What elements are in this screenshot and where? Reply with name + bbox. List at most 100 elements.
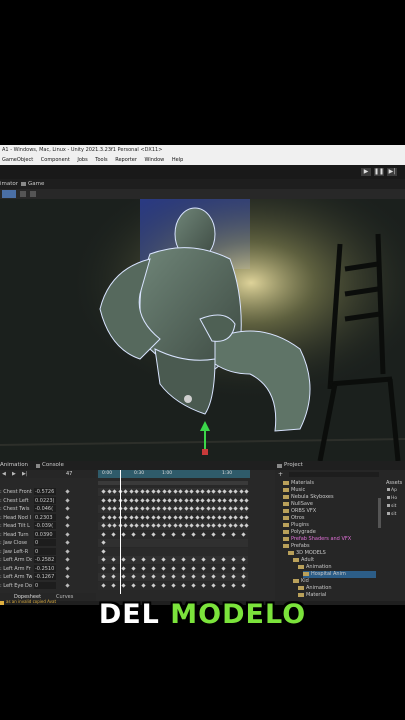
keyframe-marker[interactable] <box>221 531 226 537</box>
keyframe-marker[interactable] <box>189 489 194 494</box>
keyframe-marker[interactable] <box>112 514 117 520</box>
asset-item[interactable]: Ho <box>387 496 397 501</box>
keyframe-marker[interactable] <box>150 497 156 503</box>
keyframe-marker[interactable] <box>156 514 161 520</box>
keyframe-marker[interactable] <box>241 557 246 562</box>
play-button[interactable]: ▶ <box>361 168 371 176</box>
keyframe-marker[interactable] <box>191 574 196 579</box>
tab-animation[interactable]: Animation <box>0 461 28 470</box>
next-key-icon[interactable]: ▶| <box>22 471 28 477</box>
keyframe-marker[interactable] <box>141 582 146 588</box>
keyframe-marker[interactable] <box>191 531 196 537</box>
project-tree-item[interactable]: Polygrade <box>283 529 316 536</box>
project-tree-item[interactable]: Prefabs <box>283 543 310 550</box>
keyframe-marker[interactable] <box>131 582 136 588</box>
keyframe-marker[interactable] <box>139 489 145 494</box>
keyframe-marker[interactable] <box>216 489 222 494</box>
keyframe-marker[interactable] <box>171 531 176 537</box>
keyframe-marker[interactable] <box>156 506 161 511</box>
keyframe-marker[interactable] <box>101 548 106 554</box>
keyframe-marker[interactable] <box>101 565 106 571</box>
keyframe-marker[interactable] <box>106 489 112 494</box>
keyframe-marker[interactable] <box>121 531 126 537</box>
keyframe-marker[interactable] <box>183 506 189 511</box>
keyframe-marker[interactable] <box>128 506 134 511</box>
menu-item-reporter[interactable]: Reporter <box>115 157 137 163</box>
playhead[interactable] <box>120 470 121 594</box>
keyframe-marker[interactable] <box>189 506 194 511</box>
keyframe-marker[interactable] <box>128 497 134 503</box>
keyframe-marker[interactable] <box>161 523 167 528</box>
keyframe-marker[interactable] <box>128 523 134 528</box>
frame-field[interactable]: 47 <box>66 470 72 478</box>
keyframe-marker[interactable] <box>167 523 172 528</box>
menu-item-component[interactable]: Component <box>41 157 70 163</box>
keyframe-marker[interactable] <box>156 489 161 494</box>
keyframe-marker[interactable] <box>222 514 227 520</box>
keyframe-marker[interactable] <box>200 506 205 511</box>
keyframe-marker[interactable] <box>211 557 216 562</box>
keyframe-marker[interactable] <box>131 531 136 537</box>
keyframe-marker[interactable] <box>233 497 238 503</box>
overlay-toggle-icon[interactable] <box>30 191 36 197</box>
keyframe-marker[interactable] <box>178 506 183 511</box>
keyframe-marker[interactable] <box>123 514 128 520</box>
keyframe-marker[interactable] <box>183 497 189 503</box>
keyframe-marker[interactable] <box>244 489 249 494</box>
keyframe-marker[interactable] <box>238 489 244 494</box>
keyframe-marker[interactable] <box>244 514 249 520</box>
keyframe-marker[interactable] <box>112 506 117 511</box>
tab-animator[interactable]: imator <box>0 179 18 189</box>
keyframe-marker[interactable] <box>106 497 112 503</box>
keyframe-marker[interactable] <box>205 489 211 494</box>
keyframe-marker[interactable] <box>161 497 167 503</box>
keyframe-marker[interactable] <box>128 514 134 520</box>
keyframe-marker[interactable] <box>181 531 186 537</box>
keyframe-marker[interactable] <box>123 497 128 503</box>
keyframe-marker[interactable] <box>172 497 178 503</box>
keyframe-marker[interactable] <box>106 514 112 520</box>
project-tree-item[interactable]: Prefab Shaders and VFX <box>283 536 351 543</box>
keyframe-marker[interactable] <box>141 574 146 579</box>
project-search-input[interactable] <box>289 472 379 477</box>
keyframe-marker[interactable] <box>211 497 216 503</box>
keyframe-marker[interactable] <box>128 489 134 494</box>
tab-console[interactable]: Console <box>42 461 64 470</box>
keyframe-marker[interactable] <box>111 574 116 579</box>
add-asset-button[interactable]: + <box>278 471 283 478</box>
keyframe-marker[interactable] <box>172 506 178 511</box>
keyframe-marker[interactable] <box>151 574 156 579</box>
keyframe-marker[interactable] <box>101 514 106 520</box>
keyframe-marker[interactable] <box>106 523 112 528</box>
keyframe-marker[interactable] <box>189 523 194 528</box>
project-tree-item[interactable]: NullSave <box>283 501 313 508</box>
keyframe-marker[interactable] <box>121 574 126 579</box>
play-anim-icon[interactable]: ▶ <box>12 471 16 477</box>
keyframe-marker[interactable] <box>233 489 238 494</box>
keyframe-marker[interactable] <box>151 582 156 588</box>
menu-item-gameobject[interactable]: GameObject <box>2 157 33 163</box>
keyframe-marker[interactable] <box>211 514 216 520</box>
keyframe-marker[interactable] <box>181 574 186 579</box>
keyframe-marker[interactable] <box>233 514 238 520</box>
keyframe-marker[interactable] <box>194 489 200 494</box>
keyframe-marker[interactable] <box>134 497 139 503</box>
keyframe-marker[interactable] <box>121 557 126 562</box>
keyframe-marker[interactable] <box>200 523 205 528</box>
keyframe-marker[interactable] <box>221 565 226 571</box>
keyframe-marker[interactable] <box>201 574 206 579</box>
menu-item-help[interactable]: Help <box>172 157 183 163</box>
keyframe-marker[interactable] <box>227 506 233 511</box>
keyframe-marker[interactable] <box>221 557 226 562</box>
keyframe-marker[interactable] <box>171 582 176 588</box>
keyframe-marker[interactable] <box>151 557 156 562</box>
keyframe-marker[interactable] <box>221 582 226 588</box>
keyframe-marker[interactable] <box>171 557 176 562</box>
keyframe-marker[interactable] <box>233 506 238 511</box>
keyframe-marker[interactable] <box>201 565 206 571</box>
keyframe-marker[interactable] <box>205 514 211 520</box>
keyframe-marker[interactable] <box>123 523 128 528</box>
keyframe-marker[interactable] <box>145 523 150 528</box>
keyframe-marker[interactable] <box>238 497 244 503</box>
keyframe-marker[interactable] <box>178 497 183 503</box>
